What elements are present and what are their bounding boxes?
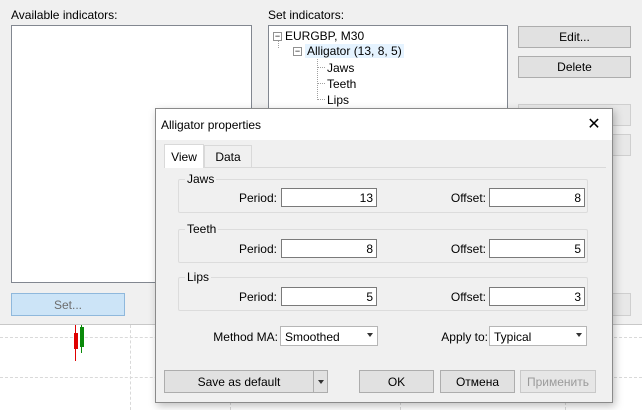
tree-node-alligator-label: Alligator (13, 8, 5) bbox=[305, 44, 404, 58]
delete-button[interactable]: Delete bbox=[518, 56, 631, 78]
tree-node-jaws-label: Jaws bbox=[327, 61, 355, 75]
edit-button[interactable]: Edit... bbox=[518, 26, 631, 48]
tree-node-symbol-label: EURGBP, M30 bbox=[285, 29, 365, 43]
set-button[interactable]: Set... bbox=[11, 293, 125, 316]
method-ma-value: Smoothed bbox=[285, 330, 340, 344]
apply-button[interactable]: Применить bbox=[520, 370, 596, 393]
teeth-period-label: Period: bbox=[238, 242, 277, 256]
group-lips-title: Lips bbox=[185, 270, 212, 284]
close-icon[interactable]: ✕ bbox=[584, 114, 604, 134]
tab-view[interactable]: View bbox=[164, 144, 204, 168]
cancel-button[interactable]: Отмена bbox=[440, 370, 515, 393]
teeth-period-input[interactable]: 8 bbox=[281, 239, 377, 258]
tree-node-lips[interactable]: Lips bbox=[327, 92, 349, 108]
lips-period-label: Period: bbox=[238, 290, 277, 304]
collapse-icon[interactable]: − bbox=[273, 31, 282, 41]
tree-node-symbol[interactable]: − EURGBP, M30 bbox=[273, 28, 364, 44]
method-ma-label: Method MA: bbox=[213, 330, 278, 344]
jaws-period-input[interactable]: 13 bbox=[281, 188, 377, 207]
chevron-down-icon bbox=[576, 333, 582, 337]
set-indicators-label: Set indicators: bbox=[268, 8, 345, 22]
teeth-offset-input[interactable]: 5 bbox=[489, 239, 585, 258]
tree-node-jaws[interactable]: Jaws bbox=[327, 60, 354, 76]
tab-data[interactable]: Data bbox=[204, 145, 252, 167]
apply-to-select[interactable]: Typical bbox=[489, 326, 587, 346]
jaws-offset-label: Offset: bbox=[450, 191, 486, 205]
tree-node-alligator[interactable]: − Alligator (13, 8, 5) bbox=[293, 43, 404, 59]
lips-offset-input[interactable]: 3 bbox=[489, 287, 585, 306]
save-as-default-label: Save as default bbox=[197, 374, 281, 389]
chevron-down-icon bbox=[367, 333, 373, 337]
jaws-period-label: Period: bbox=[238, 191, 277, 205]
group-teeth-title: Teeth bbox=[185, 222, 219, 236]
ok-button[interactable]: OK bbox=[359, 370, 434, 393]
group-jaws-title: Jaws bbox=[185, 172, 217, 186]
apply-to-label: Apply to: bbox=[441, 330, 488, 344]
chart-candle-green bbox=[80, 325, 84, 353]
save-as-default-button[interactable]: Save as default bbox=[164, 370, 328, 393]
collapse-icon[interactable]: − bbox=[293, 46, 302, 56]
dropdown-arrow-icon[interactable] bbox=[313, 371, 327, 392]
dialog-title: Alligator properties bbox=[161, 118, 262, 132]
lips-offset-label: Offset: bbox=[450, 290, 486, 304]
method-ma-select[interactable]: Smoothed bbox=[280, 326, 378, 346]
teeth-offset-label: Offset: bbox=[450, 242, 486, 256]
dialog-titlebar[interactable]: Alligator properties ✕ bbox=[156, 109, 612, 140]
available-indicators-label: Available indicators: bbox=[11, 8, 118, 22]
tree-node-lips-label: Lips bbox=[327, 93, 350, 107]
lips-period-input[interactable]: 5 bbox=[281, 287, 377, 306]
chart-gridline bbox=[130, 325, 131, 410]
alligator-properties-dialog: Alligator properties ✕ View Data Jaws Pe… bbox=[155, 108, 613, 403]
tree-node-teeth-label: Teeth bbox=[327, 77, 357, 91]
tab-panel-border bbox=[164, 167, 606, 168]
jaws-offset-input[interactable]: 8 bbox=[489, 188, 585, 207]
chart-candle-red bbox=[74, 325, 78, 361]
apply-to-value: Typical bbox=[494, 330, 532, 344]
tree-node-teeth[interactable]: Teeth bbox=[327, 76, 356, 92]
